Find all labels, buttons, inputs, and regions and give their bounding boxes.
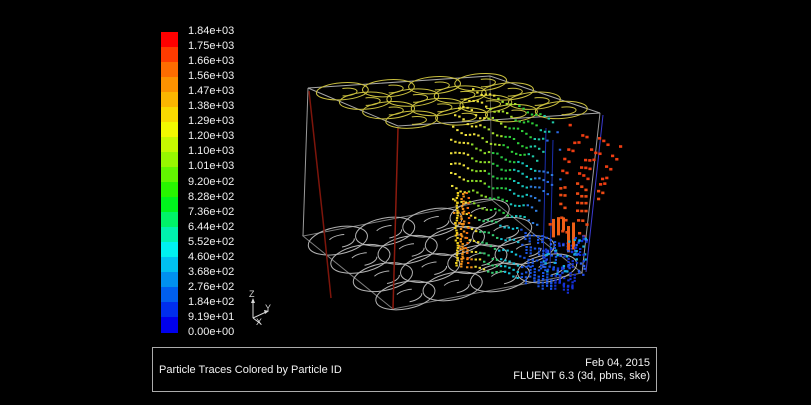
date-stamp: Feb 04, 2015 [513, 357, 650, 370]
axis-triad: ZYX [249, 289, 271, 327]
plot-title: Particle Traces Colored by Particle ID [159, 364, 342, 376]
stamp-block: Feb 04, 2015 FLUENT 6.3 (3d, pbns, ske) [513, 357, 650, 383]
top-swirls [316, 72, 588, 130]
y-axis-label: Y [265, 303, 271, 313]
x-axis-label: X [256, 317, 262, 327]
red-zone-lines [309, 91, 398, 309]
solver-stamp: FLUENT 6.3 (3d, pbns, ske) [513, 370, 650, 383]
fluent-graphics-window: 1.84e+031.75e+031.66e+031.56e+031.47e+03… [0, 0, 811, 405]
viewport-3d[interactable]: ZYX [0, 0, 811, 405]
particle-traces [450, 88, 622, 294]
caption-box: Particle Traces Colored by Particle ID F… [152, 347, 657, 392]
z-axis-label: Z [249, 289, 255, 299]
